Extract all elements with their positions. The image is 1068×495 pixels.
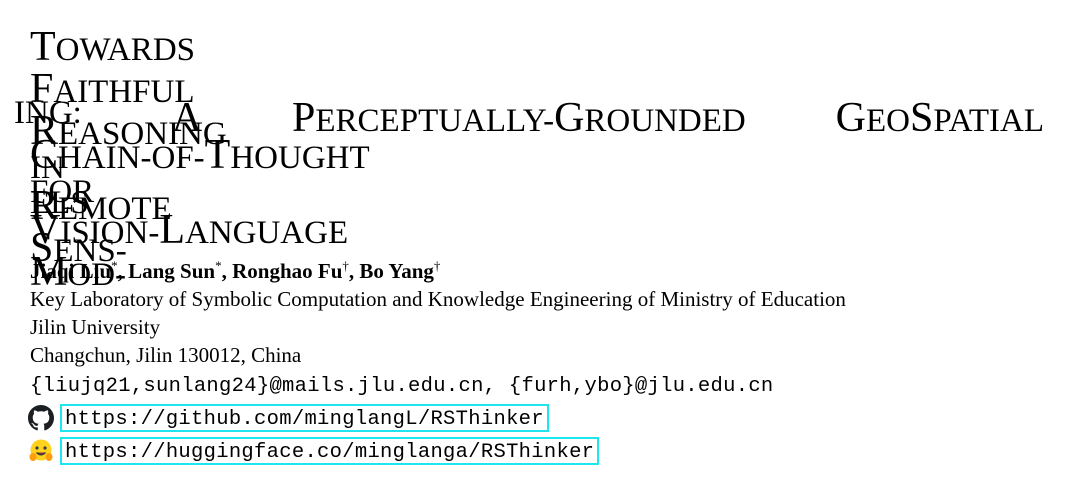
title-word: CHAIN-OF-THOUGHT: [30, 132, 370, 178]
title-line-1: TOWARDS FAITHFUL REASONING IN REMOTE SEN…: [14, 10, 227, 269]
affiliation-university: Jilin University: [30, 315, 161, 339]
title-line-3: CHAIN-OF-THOUGHT FOR VISION-LANGUAGE MOD…: [14, 118, 370, 293]
author-name: Ronghao Fu: [232, 259, 343, 283]
affiliation-lab: Key Laboratory of Symbolic Computation a…: [30, 287, 846, 311]
author-block: Jiaqi Liu*, Lang Sun*, Ronghao Fu†, Bo Y…: [30, 257, 846, 369]
corresponding-author-mark: †: [433, 258, 441, 273]
github-icon: [28, 405, 54, 431]
title-word: GEOSPATIAL: [835, 95, 1044, 141]
title-word: ELS: [30, 185, 89, 221]
huggingface-model-link[interactable]: https://huggingface.co/minglanga/RSThink…: [60, 437, 600, 465]
huggingface-icon: [29, 439, 53, 461]
author-name: Lang Sun: [128, 259, 216, 283]
affiliation-address: Changchun, Jilin 130012, China: [30, 343, 302, 367]
author-name: Bo Yang: [359, 259, 434, 283]
github-repo-link[interactable]: https://github.com/minglangL/RSThinker: [60, 404, 549, 432]
title-line-4: ELS: [14, 171, 89, 221]
github-link-row: https://github.com/minglangL/RSThinker: [28, 403, 549, 433]
title-word: TOWARDS: [30, 24, 196, 70]
huggingface-link-row: https://huggingface.co/minglanga/RSThink…: [28, 436, 600, 466]
title-line-2: ING: A PERCEPTUALLY-GROUNDED GEOSPATIAL: [14, 65, 1044, 140]
author-emails: {liujq21,sunlang24}@mails.jlu.edu.cn, {f…: [30, 375, 774, 398]
author-list: Jiaqi Liu*, Lang Sun*, Ronghao Fu†, Bo Y…: [30, 258, 441, 283]
title-word: VISION-LANGUAGE: [30, 207, 349, 253]
author-name: Jiaqi Liu: [30, 259, 112, 283]
